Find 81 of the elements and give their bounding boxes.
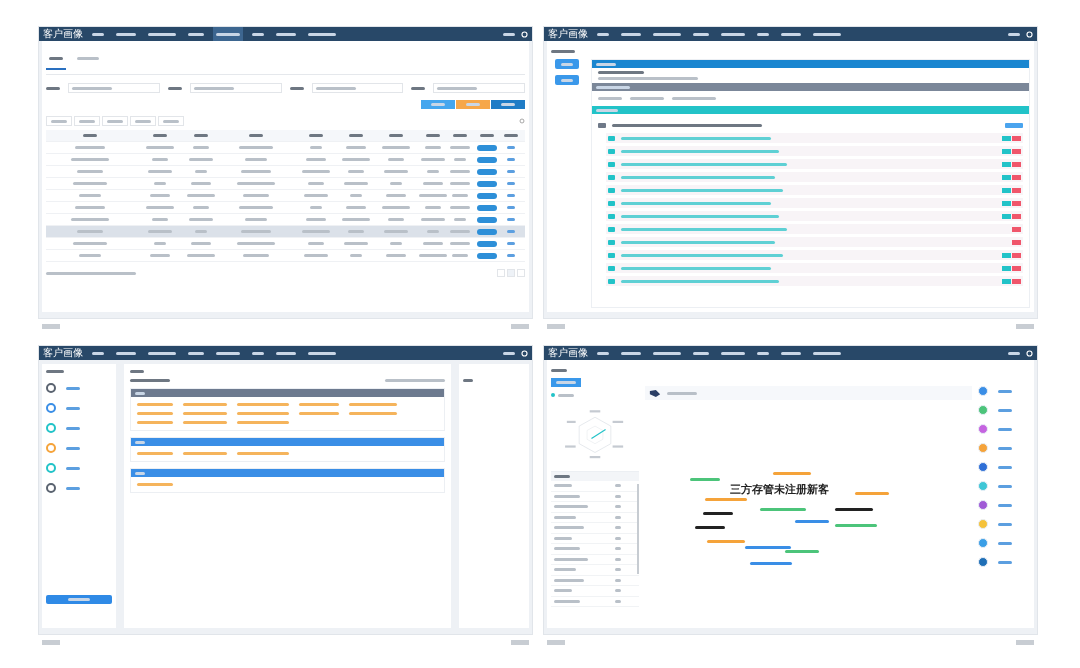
add-button[interactable] [1005,122,1023,128]
filter-field[interactable] [433,83,525,93]
app-brand: 客户画像 [548,346,588,360]
table-row[interactable] [46,178,525,190]
row-link[interactable] [507,230,515,233]
row-link[interactable] [507,182,515,185]
status-block [42,639,60,645]
user-name [1008,32,1020,36]
filter-field[interactable] [189,83,282,93]
filter-label [411,86,426,90]
status-block [511,323,529,329]
row-link[interactable] [507,206,515,209]
action-button[interactable] [491,100,525,109]
cloud-word[interactable] [695,526,725,529]
table-row[interactable] [46,166,525,178]
status-block [1016,639,1034,645]
table-row[interactable] [46,154,525,166]
filter-chip[interactable] [46,116,72,126]
row-link[interactable] [507,158,515,161]
filter-chip[interactable] [102,116,128,126]
table-row[interactable] [46,250,525,262]
status-toggle[interactable] [477,252,497,259]
status-block [42,323,60,329]
column-title [463,379,473,382]
status-toggle[interactable] [477,192,497,199]
status-block [547,639,565,645]
status-toggle[interactable] [477,168,497,175]
cloud-word[interactable] [835,508,873,511]
filter-label [46,86,60,90]
status-toggle[interactable] [477,216,497,223]
table-row[interactable] [46,226,525,238]
app-brand: 客户画像 [548,27,588,41]
column-header[interactable] [504,134,518,137]
cloud-word[interactable] [703,512,733,515]
status-block [547,323,565,329]
tag-icon [649,388,661,398]
row-link[interactable] [507,242,515,245]
filter-chip[interactable] [158,116,184,126]
row-link[interactable] [507,218,515,221]
summary-badge [598,122,606,128]
table-row[interactable] [46,238,525,250]
filter-label [167,86,182,90]
app-brand: 客户画像 [43,346,83,360]
legend-dot [551,393,555,397]
table-row[interactable] [46,190,525,202]
status-toggle[interactable] [477,228,497,235]
page-title [551,369,567,372]
filter-field[interactable] [311,83,404,93]
row-link[interactable] [507,146,515,149]
status-toggle[interactable] [477,204,497,211]
side-button[interactable] [555,75,579,85]
refresh-button[interactable] [46,595,112,604]
column-title [130,370,144,373]
side-button[interactable] [555,59,579,69]
row-link[interactable] [507,254,515,257]
status-block [1016,323,1034,329]
column-title [46,370,64,373]
user-name [1008,351,1020,355]
filter-label [289,86,304,90]
legend [385,379,445,382]
row-link[interactable] [507,170,515,173]
status-toggle[interactable] [477,240,497,247]
table-row[interactable] [46,202,525,214]
user-name [503,32,515,36]
cloud-word[interactable]: 三方存管未注册新客 [730,484,829,496]
nav-tab[interactable] [213,27,243,41]
row-link[interactable] [507,194,515,197]
app-brand: 客户画像 [43,27,83,41]
filter-field[interactable] [68,83,160,93]
status-toggle[interactable] [477,156,497,163]
scrollbar[interactable] [637,484,639,574]
action-button[interactable] [421,100,455,109]
table-row[interactable] [46,142,525,154]
user-name [503,351,515,355]
status-toggle[interactable] [477,144,497,151]
page-title [551,50,575,53]
status-block [511,639,529,645]
status-toggle[interactable] [477,180,497,187]
filter-chip[interactable] [74,116,100,126]
filter-chip[interactable] [130,116,156,126]
add-button[interactable] [551,378,581,387]
